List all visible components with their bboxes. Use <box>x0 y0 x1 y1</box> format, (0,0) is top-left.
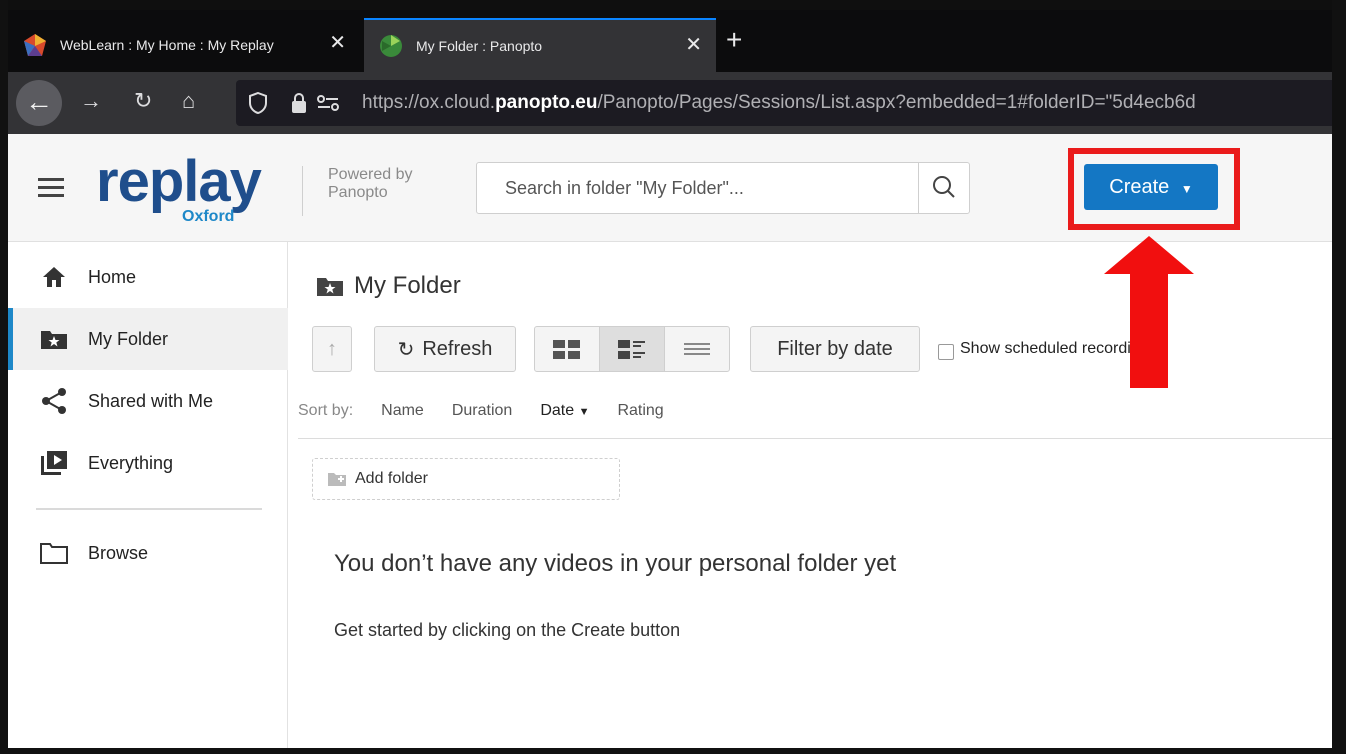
sidebar-item-browse[interactable]: Browse <box>8 522 288 584</box>
address-bar[interactable]: https://ox.cloud.panopto.eu/Panopto/Page… <box>236 80 1332 126</box>
sidebar-item-everything[interactable]: Everything <box>8 432 288 494</box>
sidebar-item-label: Home <box>88 266 137 287</box>
create-button[interactable]: Create ▼ <box>1084 164 1218 210</box>
permissions-icon[interactable] <box>316 94 340 112</box>
sidebar-item-label: Everything <box>88 452 174 473</box>
sort-option-duration[interactable]: Duration <box>452 402 512 420</box>
list-view-button[interactable] <box>664 326 730 372</box>
detail-view-icon <box>618 340 645 359</box>
forward-arrow-icon[interactable]: → <box>80 88 102 114</box>
reload-icon[interactable]: ↻ <box>134 88 152 114</box>
sort-bar: Sort by: Name Duration Date ▼ Rating <box>298 402 664 420</box>
search-button[interactable] <box>918 163 969 213</box>
caret-down-icon: ▼ <box>578 406 590 418</box>
show-scheduled-checkbox[interactable] <box>938 344 954 360</box>
grid-view-icon <box>553 340 580 359</box>
sidebar: Home My Folder Shared with Me Everything… <box>8 242 288 748</box>
share-icon <box>42 388 66 414</box>
star-folder-icon <box>41 331 67 349</box>
back-arrow-icon[interactable]: ← <box>16 80 62 126</box>
sort-option-name[interactable]: Name <box>381 402 424 420</box>
add-folder-button[interactable]: Add folder <box>312 458 620 500</box>
header-divider <box>302 166 303 216</box>
panopto-favicon-icon <box>380 35 402 57</box>
left-border <box>0 0 8 754</box>
play-library-icon <box>41 451 67 475</box>
powered-by-label: Powered by Panopto <box>328 166 413 201</box>
page-title: My Folder <box>316 272 461 300</box>
sidebar-item-my-folder[interactable]: My Folder <box>8 308 288 370</box>
page-title-text: My Folder <box>354 272 461 299</box>
home-icon <box>43 267 65 287</box>
hamburger-menu-icon[interactable] <box>38 178 64 202</box>
sidebar-item-home[interactable]: Home <box>8 246 288 308</box>
sidebar-item-label: Browse <box>88 542 149 563</box>
browser-tab-my-folder[interactable]: My Folder : Panopto ✕ <box>364 18 716 72</box>
sort-label: Sort by: <box>298 402 354 419</box>
close-icon[interactable]: ✕ <box>329 30 346 55</box>
close-icon[interactable]: ✕ <box>685 32 702 57</box>
search-input[interactable]: Search in folder "My Folder"... <box>476 162 970 214</box>
bottom-border <box>0 748 1346 754</box>
sort-option-rating[interactable]: Rating <box>617 402 663 420</box>
browser-tab-weblearn[interactable]: WebLearn : My Home : My Replay ✕ <box>8 18 360 72</box>
thumbnail-view-button[interactable] <box>534 326 600 372</box>
sidebar-divider <box>36 508 262 510</box>
up-folder-button[interactable]: ↑ <box>312 326 352 372</box>
add-folder-icon <box>328 473 346 486</box>
new-tab-icon[interactable]: + <box>726 24 742 56</box>
sidebar-item-shared[interactable]: Shared with Me <box>8 370 288 432</box>
search-icon <box>933 176 955 198</box>
sort-option-date[interactable]: Date ▼ <box>540 402 589 420</box>
folder-icon <box>40 543 68 564</box>
replay-logo[interactable]: replay <box>96 148 262 215</box>
top-border <box>0 0 1346 10</box>
empty-state-subtitle: Get started by clicking on the Create bu… <box>334 620 681 640</box>
filter-label: Filter by date <box>777 337 893 360</box>
refresh-icon: ↻ <box>397 338 415 361</box>
right-border <box>1332 0 1346 754</box>
up-arrow-icon: ↑ <box>327 337 337 360</box>
weblearn-favicon-icon <box>24 34 46 56</box>
tab-title: My Folder : Panopto <box>416 38 543 54</box>
sidebar-item-label: My Folder <box>88 328 169 349</box>
shield-icon[interactable] <box>248 92 268 114</box>
url-text: https://ox.cloud.panopto.eu/Panopto/Page… <box>362 92 1196 113</box>
screenshot-frame: WebLearn : My Home : My Replay ✕ My Fold… <box>0 0 1346 754</box>
tab-title: WebLearn : My Home : My Replay <box>60 37 274 53</box>
browser-nav-bar: ← → ↻ ⌂ https://ox.cloud.panopto.eu/Pano… <box>8 72 1332 134</box>
sort-divider <box>298 438 1332 439</box>
search-placeholder: Search in folder "My Folder"... <box>505 178 744 198</box>
refresh-label: Refresh <box>422 337 493 360</box>
list-view-icon <box>684 343 710 355</box>
star-folder-icon <box>317 278 343 296</box>
lock-icon[interactable] <box>290 92 308 114</box>
add-folder-label: Add folder <box>355 470 428 487</box>
refresh-button[interactable]: ↻ Refresh <box>374 326 516 372</box>
red-arrow-annotation-icon <box>1104 236 1194 388</box>
empty-state-title: You don’t have any videos in your person… <box>334 550 897 577</box>
home-icon[interactable]: ⌂ <box>182 88 195 114</box>
filter-by-date-button[interactable]: Filter by date <box>750 326 920 372</box>
replay-logo-sub: Oxford <box>182 208 235 225</box>
detail-view-button[interactable] <box>599 326 665 372</box>
caret-down-icon: ▼ <box>1180 182 1193 196</box>
browser-tab-bar: WebLearn : My Home : My Replay ✕ My Fold… <box>8 10 1332 72</box>
sidebar-item-label: Shared with Me <box>88 390 214 411</box>
